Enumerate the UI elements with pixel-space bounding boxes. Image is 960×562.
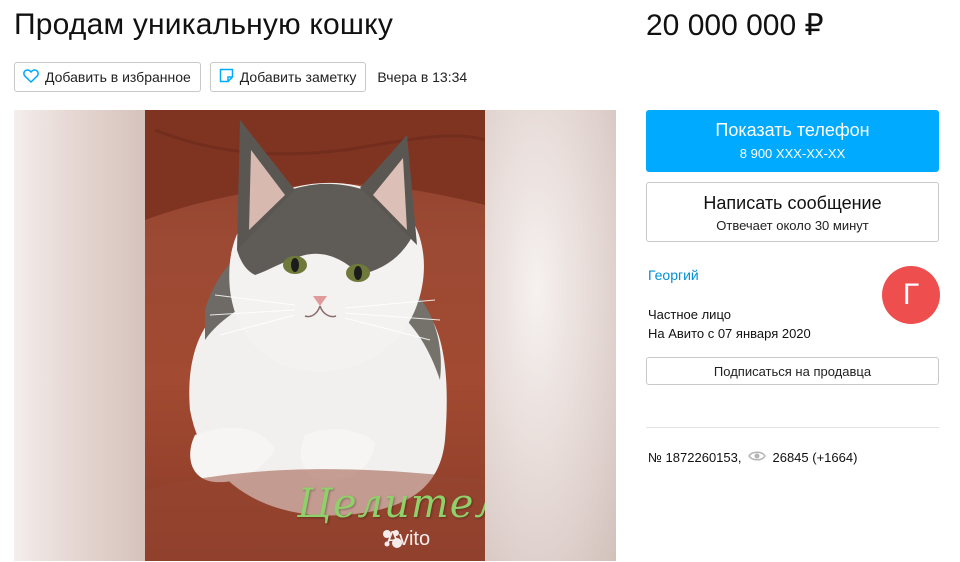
listing-title: Продам уникальную кошку — [14, 8, 394, 41]
avito-watermark: Avito — [381, 528, 430, 551]
response-time-text: Отвечает около 30 минут — [716, 218, 869, 233]
listing-meta: № 1872260153, 26845 (+1664) — [648, 450, 857, 465]
add-to-favorites-label: Добавить в избранное — [45, 69, 191, 85]
add-note-button[interactable]: Добавить заметку — [209, 62, 367, 92]
photo-caption: Целительница — [297, 481, 485, 527]
write-message-button[interactable]: Написать сообщение Отвечает около 30 мин… — [646, 182, 939, 242]
divider — [646, 427, 939, 428]
write-message-label: Написать сообщение — [703, 193, 882, 213]
listing-actions: Добавить в избранное Добавить заметку Вч… — [14, 62, 467, 92]
add-to-favorites-button[interactable]: Добавить в избранное — [14, 62, 201, 92]
photo-gallery[interactable]: Целительница Avito — [14, 110, 616, 561]
gallery-blur-right — [484, 110, 616, 561]
phone-number-masked: 8 900 XXX-XX-XX — [739, 146, 846, 161]
note-icon — [219, 68, 240, 86]
listing-date: Вчера в 13:34 — [377, 69, 468, 85]
listing-price: 20 000 000 ₽ — [646, 9, 824, 42]
seller-type: Частное лицо — [648, 307, 731, 322]
show-phone-button[interactable]: Показать телефон 8 900 XXX-XX-XX — [646, 110, 939, 172]
cat-photo[interactable]: Целительница Avito — [145, 110, 485, 561]
heart-icon — [23, 68, 45, 86]
avatar[interactable]: Г — [882, 266, 940, 324]
eye-icon — [748, 450, 767, 465]
gallery-blur-left — [14, 110, 146, 561]
subscribe-seller-button[interactable]: Подписаться на продавца — [646, 357, 939, 385]
add-note-label: Добавить заметку — [239, 69, 357, 85]
seller-name-link[interactable]: Георгий — [648, 267, 699, 283]
show-phone-label: Показать телефон — [715, 120, 870, 140]
seller-since: На Авито с 07 января 2020 — [648, 326, 811, 341]
listing-number: № 1872260153, — [648, 450, 742, 465]
views-count: 26845 (+1664) — [772, 450, 858, 465]
